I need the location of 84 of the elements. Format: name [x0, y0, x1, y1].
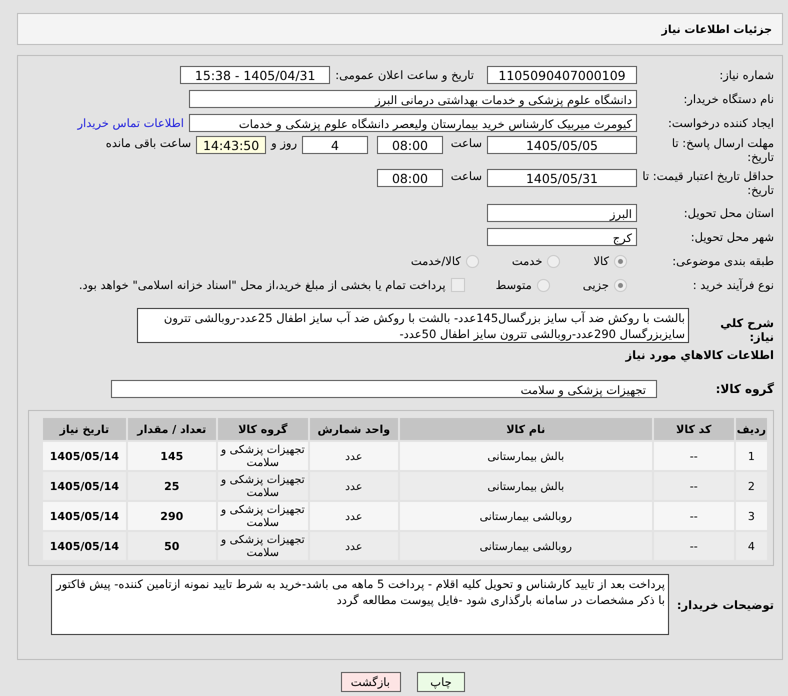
column-header: تعداد / مقدار — [128, 418, 216, 440]
table-cell: 25 — [128, 472, 216, 500]
field-label: شرح کلي نياز: — [719, 315, 774, 344]
field-label: گروه کالا: — [714, 382, 774, 396]
announce-date-field: 1405/04/31 - 15:38 — [180, 66, 330, 84]
table-cell: 145 — [128, 442, 216, 470]
field-label: مهلت ارسال پاسخ: تا تاریخ: — [670, 136, 774, 164]
field-label: روز و — [271, 136, 297, 150]
radio-label: جزیی — [582, 278, 609, 292]
table-cell: روبالشی بیمارستانی — [400, 502, 652, 530]
table-cell: -- — [654, 442, 734, 470]
radio-label: کالا/خدمت — [410, 254, 461, 268]
field-label: ایجاد کننده درخواست: — [667, 116, 774, 130]
column-header: نام کالا — [400, 418, 652, 440]
table-cell: 1405/05/14 — [43, 442, 126, 470]
section-heading: اطلاعات کالاهاي مورد نياز — [624, 348, 774, 362]
field-label: شماره نیاز: — [718, 68, 774, 82]
table-cell: -- — [654, 532, 734, 560]
print-button[interactable]: چاپ — [417, 672, 465, 692]
table-cell: -- — [654, 472, 734, 500]
city-field: کرج — [487, 228, 637, 246]
table-cell: 1405/05/14 — [43, 502, 126, 530]
field-label: شهر محل تحویل: — [690, 230, 774, 244]
radio-label: کالا — [593, 254, 609, 268]
field-label: طبقه بندی موضوعی: — [671, 254, 774, 268]
table-cell: 2 — [736, 472, 767, 500]
checkbox[interactable] — [450, 278, 465, 292]
radio-button[interactable] — [614, 278, 627, 292]
field-label: ساعت — [450, 169, 482, 183]
requester-field: کیومرث میربیک کارشناس خرید بیمارستان ولیعصر دانشگاه علوم پزشکی و خدمات — [189, 114, 637, 132]
table-cell: 290 — [128, 502, 216, 530]
radio-button[interactable] — [466, 254, 479, 268]
table-cell: عدد — [310, 532, 398, 560]
deadline-date-field: 1405/05/05 — [487, 136, 637, 154]
table-cell: 50 — [128, 532, 216, 560]
radio-button[interactable] — [547, 254, 560, 268]
table-cell: تجهیزات پزشکی و سلامت — [218, 442, 308, 470]
table-cell: 3 — [736, 502, 767, 530]
column-header: واحد شمارش — [310, 418, 398, 440]
column-header: گروه کالا — [218, 418, 308, 440]
description-field: بالشت با روکش ضد آب سایز بزرگسال145عدد- بالشت با روکش ضد آب سایز اطفال 25عدد-روبالشی تترون سایزبزرگسال 290عدد-روبالشی تترون سایز اطفال 50عدد- — [137, 308, 689, 343]
column-header: رديف — [736, 418, 767, 440]
need-number-field: 1105090407000109 — [487, 66, 637, 84]
province-field: البرز — [487, 204, 637, 222]
radio-button[interactable] — [536, 278, 550, 292]
column-header: کد کالا — [654, 418, 734, 440]
table-cell: بالش بیمارستانی — [400, 472, 652, 500]
validity-time-field: 08:00 — [377, 169, 443, 187]
radio-button[interactable] — [614, 254, 627, 268]
buyer-notes-field: پرداخت بعد از تایید کارشناس و تحویل کلیه اقلام - پرداخت 5 ماهه می باشد-خرید به شرط تایید نمونه ازتامین کننده- پیش فاکتور با ذکر مشخصات در سامانه بارگذاری شود -فایل پیوست مطالعه گردد — [51, 574, 669, 635]
field-label: ساعت باقی مانده — [106, 136, 192, 150]
buyer-contact-link[interactable]: اطلاعات تماس خریدار — [77, 116, 184, 130]
field-label: توضیحات خریدار: — [676, 597, 774, 612]
radio-label: خدمت — [512, 254, 542, 268]
table-cell: عدد — [310, 502, 398, 530]
table-cell: تجهیزات پزشکی و سلامت — [218, 532, 308, 560]
field-label: ساعت — [450, 136, 482, 150]
table-cell: روبالشی بیمارستانی — [400, 532, 652, 560]
buyer-org-field: دانشگاه علوم پزشکی و خدمات بهداشتی درمانی البرز — [189, 90, 637, 108]
page-title: جزئیات اطلاعات نیاز — [662, 22, 772, 36]
table-cell: بالش بیمارستانی — [400, 442, 652, 470]
field-label: نام دستگاه خریدار: — [682, 92, 774, 106]
table-cell: -- — [654, 502, 734, 530]
field-label: استان محل تحویل: — [682, 206, 774, 220]
validity-date-field: 1405/05/31 — [487, 169, 637, 187]
table-cell: عدد — [310, 472, 398, 500]
checkbox-label: پرداخت تمام یا بخشی از مبلغ خرید،از محل "اسناد خزانه اسلامی" خواهد بود. — [78, 278, 446, 292]
deadline-time-field: 08:00 — [377, 136, 443, 154]
table-cell: تجهیزات پزشکی و سلامت — [218, 502, 308, 530]
table-cell: 1 — [736, 442, 767, 470]
radio-label: متوسط — [496, 278, 532, 292]
back-button[interactable]: بازگشت — [341, 672, 401, 692]
table-cell: 1405/05/14 — [43, 532, 126, 560]
column-header: تاریخ نیاز — [43, 418, 126, 440]
field-label: تاریخ و ساعت اعلان عمومی: — [335, 68, 474, 82]
goods-group-field: تجهیزات پزشکی و سلامت — [111, 380, 657, 398]
table-cell: 1405/05/14 — [43, 472, 126, 500]
field-label: حداقل تاریخ اعتبار قیمت: تا تاریخ: — [642, 169, 774, 197]
table-cell: 4 — [736, 532, 767, 560]
table-cell: عدد — [310, 442, 398, 470]
table-cell: تجهیزات پزشکی و سلامت — [218, 472, 308, 500]
remaining-time-field: 14:43:50 — [196, 136, 266, 154]
days-field: 4 — [302, 136, 368, 154]
field-label: نوع فرآیند خرید : — [692, 278, 774, 292]
